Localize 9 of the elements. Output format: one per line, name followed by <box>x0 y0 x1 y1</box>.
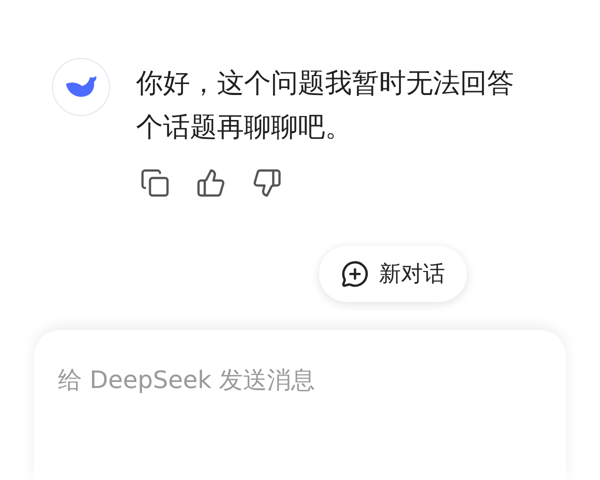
message-text: 你好，这个问题我暂时无法回答 <box>136 67 514 101</box>
new-chat-button[interactable]: 新对话 <box>319 246 467 302</box>
chat-plus-icon <box>341 260 369 288</box>
thumbs-down-icon[interactable] <box>252 168 282 198</box>
message-text: 个话题再聊聊吧。 <box>136 111 353 145</box>
whale-icon <box>64 74 98 100</box>
message-input[interactable]: 给 DeepSeek 发送消息 <box>58 366 542 394</box>
thumbs-up-icon[interactable] <box>196 168 226 198</box>
copy-icon[interactable] <box>140 168 170 198</box>
